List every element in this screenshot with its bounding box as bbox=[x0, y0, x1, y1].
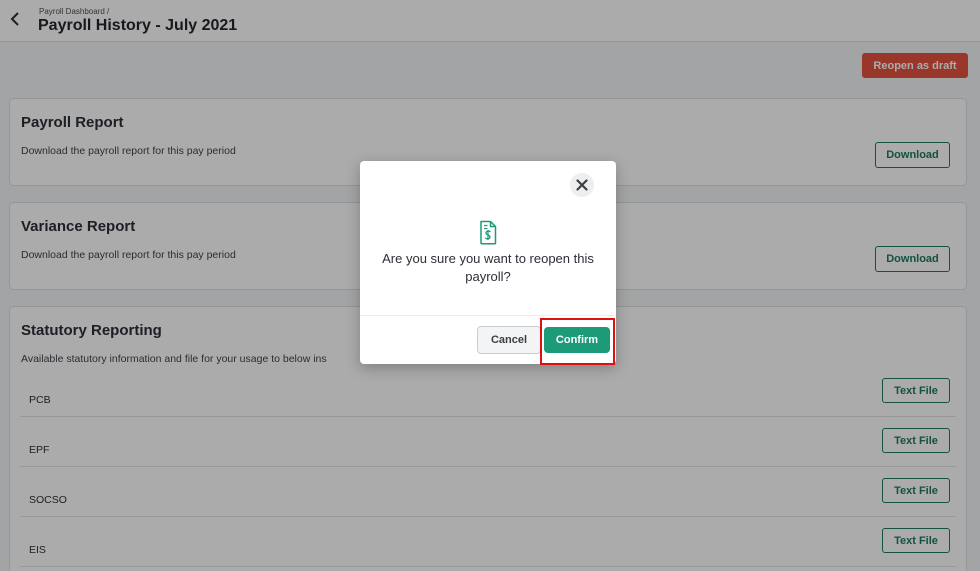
document-dollar-icon bbox=[480, 220, 497, 245]
confirm-button[interactable]: Confirm bbox=[544, 327, 610, 353]
cancel-button[interactable]: Cancel bbox=[477, 326, 541, 354]
confirm-reopen-dialog: Are you sure you want to reopen this pay… bbox=[360, 161, 616, 364]
dialog-message: Are you sure you want to reopen this pay… bbox=[382, 251, 594, 284]
close-icon bbox=[576, 179, 588, 191]
close-dialog-button[interactable] bbox=[570, 173, 594, 197]
dialog-divider bbox=[360, 315, 616, 316]
